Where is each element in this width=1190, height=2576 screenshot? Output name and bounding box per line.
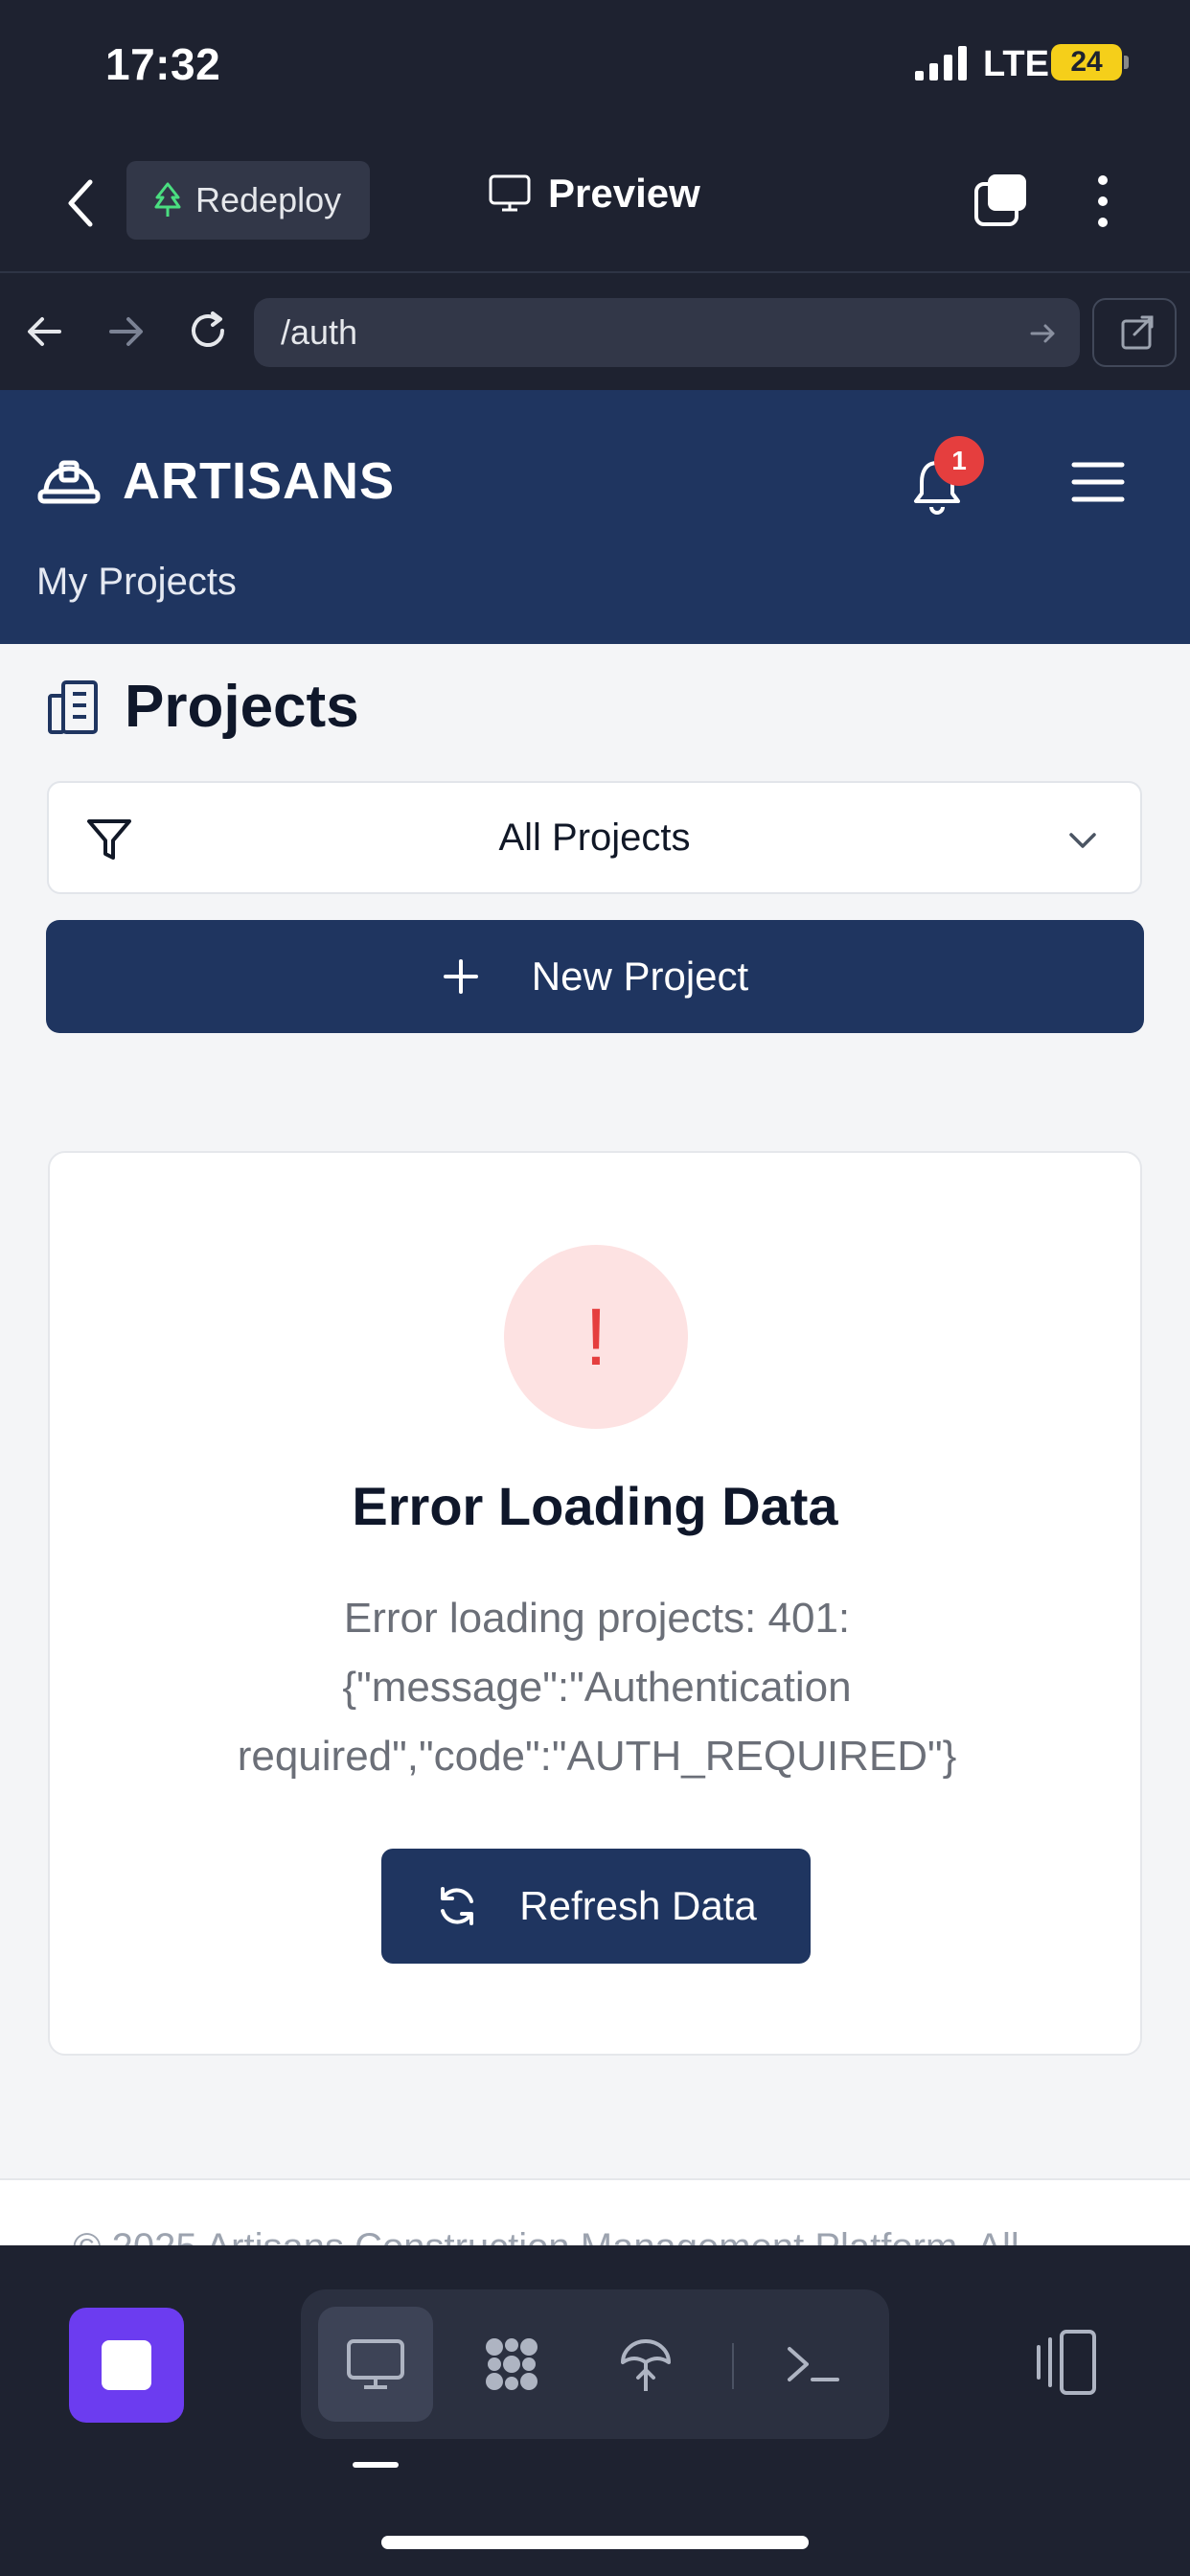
browser-back-icon[interactable] <box>21 308 69 356</box>
page-title: Projects <box>46 673 359 741</box>
deploy-icon <box>621 2339 671 2391</box>
desktop-icon <box>347 2339 404 2389</box>
refresh-data-label: Refresh Data <box>519 1883 757 1928</box>
tabs-icon[interactable] <box>973 171 1030 228</box>
error-icon: ! <box>504 1245 688 1429</box>
back-icon[interactable] <box>59 176 103 230</box>
active-tool-indicator <box>353 2462 399 2468</box>
stop-button[interactable] <box>69 2308 184 2423</box>
network-type: LTE <box>983 44 1049 84</box>
forward-icon[interactable] <box>102 308 149 356</box>
home-indicator[interactable] <box>381 2536 809 2549</box>
open-external-icon <box>1121 315 1154 350</box>
tool-preview[interactable] <box>318 2307 433 2422</box>
top-toolbar: Redeploy Preview <box>0 134 1190 273</box>
tool-deployments[interactable] <box>588 2307 703 2422</box>
refresh-icon <box>441 1887 474 1925</box>
app-header: ARTISANS 1 My Projects <box>0 390 1190 644</box>
error-message: Error loading projects: 401: {"message":… <box>237 1595 957 1780</box>
status-time: 17:32 <box>105 39 221 89</box>
project-filter-select[interactable]: All Projects <box>47 781 1142 894</box>
error-title: Error Loading Data <box>352 1476 838 1536</box>
notification-badge: 1 <box>934 436 984 486</box>
signal-icon <box>915 46 967 80</box>
terminal-icon <box>788 2347 839 2381</box>
brand[interactable]: ARTISANS <box>36 451 395 511</box>
go-arrow-icon[interactable] <box>1028 319 1057 348</box>
bottom-bar <box>0 2245 1190 2576</box>
brand-name: ARTISANS <box>123 452 396 510</box>
open-external-button[interactable] <box>1092 298 1177 367</box>
status-bar: 17:32 LTE 24 <box>0 0 1190 134</box>
new-project-label: New Project <box>531 954 749 999</box>
refresh-data-button[interactable]: Refresh Data <box>381 1849 811 1964</box>
url-bar: /auth <box>0 275 1190 390</box>
redeploy-label: Redeploy <box>195 180 342 219</box>
url-text: /auth <box>281 312 358 352</box>
preview-tab[interactable]: Preview <box>489 171 700 217</box>
plus-icon <box>443 959 478 994</box>
battery-indicator: 24 <box>1051 44 1129 80</box>
tool-separator <box>732 2343 734 2389</box>
tool-switcher <box>301 2289 889 2439</box>
app-viewport: ARTISANS 1 My Projects Projects All Proj… <box>0 390 1190 2245</box>
preview-label: Preview <box>548 171 700 216</box>
tool-shell[interactable] <box>755 2307 870 2422</box>
tool-extensions[interactable] <box>454 2307 569 2422</box>
footer: © 2025 Artisans Construction Management … <box>0 2178 1190 2245</box>
monitor-icon <box>489 174 531 212</box>
tree-icon <box>154 182 181 217</box>
filter-selected-value: All Projects <box>498 816 691 859</box>
battery-level: 24 <box>1070 46 1103 78</box>
error-card: ! Error Loading Data Error loading proje… <box>48 1151 1142 2056</box>
page-title-text: Projects <box>125 674 359 740</box>
new-project-button[interactable]: New Project <box>46 920 1144 1033</box>
hamburger-icon[interactable] <box>1071 459 1125 505</box>
nav-link-my-projects[interactable]: My Projects <box>36 561 237 604</box>
hardhat-icon <box>37 460 101 504</box>
more-icon[interactable] <box>1088 172 1117 230</box>
footer-text: © 2025 Artisans Construction Management … <box>73 2226 1019 2245</box>
extensions-icon <box>486 2338 538 2390</box>
reload-icon[interactable] <box>184 308 232 356</box>
devices-icon[interactable] <box>1027 2326 1102 2401</box>
url-input[interactable]: /auth <box>254 298 1080 367</box>
building-icon <box>48 679 98 734</box>
redeploy-button[interactable]: Redeploy <box>126 161 370 240</box>
chevron-down-icon <box>1069 833 1096 848</box>
